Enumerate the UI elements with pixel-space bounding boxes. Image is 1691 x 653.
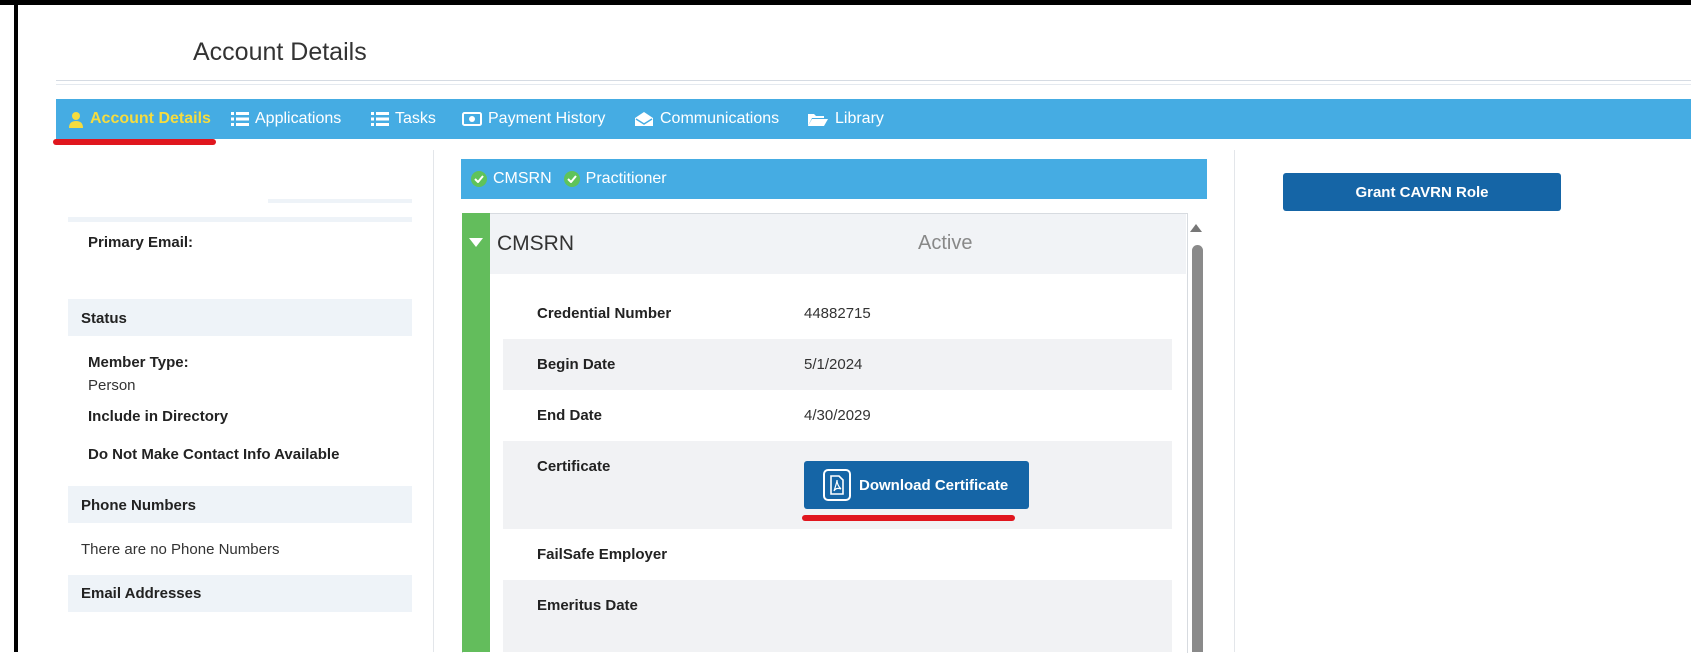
emeritus-date-row: Emeritus Date	[503, 580, 1172, 652]
envelope-open-icon	[634, 111, 654, 127]
tab-account-details[interactable]: Account Details	[68, 99, 211, 139]
end-date-label: End Date	[537, 407, 603, 424]
credentials-tag-bar: CMSRN Practitioner	[461, 159, 1207, 199]
credential-panel-header[interactable]	[490, 214, 1186, 274]
title-divider-secondary	[56, 84, 1691, 85]
credential-number-row: Credential Number 44882715	[503, 289, 1172, 339]
download-certificate-label: Download Certificate	[859, 476, 1009, 494]
begin-date-label: Begin Date	[537, 356, 616, 373]
credential-status-text: Active	[918, 232, 973, 254]
folder-icon	[807, 112, 829, 127]
phone-numbers-heading: Phone Numbers	[81, 497, 197, 514]
profile-area-separator	[68, 217, 412, 222]
pdf-file-icon	[823, 469, 851, 501]
screenshot-frame-left	[14, 0, 18, 652]
grant-cavrn-role-button[interactable]: Grant CAVRN Role	[1283, 173, 1561, 211]
credential-number-label: Credential Number	[537, 305, 672, 322]
main-nav-bar: Account Details Applications Tasks Payme…	[56, 99, 1691, 139]
tab-library-label: Library	[835, 110, 884, 127]
annotation-underline-download	[802, 515, 1015, 521]
include-in-directory-label: Include in Directory	[88, 408, 229, 425]
status-heading: Status	[81, 310, 127, 327]
credential-tag-cmsrn-label: CMSRN	[493, 170, 552, 187]
credential-panel-title: CMSRN	[497, 232, 574, 255]
tab-applications-label: Applications	[255, 110, 342, 127]
failsafe-employer-label: FailSafe Employer	[537, 546, 668, 563]
column-divider-left	[433, 150, 434, 652]
member-type-label: Member Type:	[88, 354, 189, 371]
tab-communications-label: Communications	[660, 110, 780, 127]
money-icon	[462, 112, 482, 126]
begin-date-value: 5/1/2024	[804, 356, 863, 373]
tab-applications[interactable]: Applications	[231, 99, 341, 139]
tab-tasks[interactable]: Tasks	[371, 99, 436, 139]
caret-down-icon[interactable]	[469, 238, 483, 247]
do-not-make-contact-info-available-label: Do Not Make Contact Info Available	[88, 446, 340, 463]
profile-area-bar	[268, 199, 412, 203]
credential-number-value: 44882715	[804, 305, 871, 322]
credential-tag-cmsrn[interactable]: CMSRN	[471, 170, 552, 188]
email-addresses-heading: Email Addresses	[81, 585, 202, 602]
credential-tag-practitioner[interactable]: Practitioner	[563, 170, 667, 188]
page-title: Account Details	[193, 38, 367, 66]
scrollbar-thumb[interactable]	[1192, 245, 1203, 652]
begin-date-row: Begin Date 5/1/2024	[503, 339, 1172, 390]
end-date-value: 4/30/2029	[804, 407, 871, 424]
tab-communications[interactable]: Communications	[634, 99, 779, 139]
download-certificate-button[interactable]: Download Certificate	[804, 461, 1029, 509]
primary-email-label: Primary Email:	[88, 234, 194, 251]
emeritus-date-label: Emeritus Date	[537, 597, 638, 614]
list-icon	[371, 112, 389, 126]
column-divider-right	[1234, 150, 1235, 652]
tab-library[interactable]: Library	[807, 99, 884, 139]
tab-tasks-label: Tasks	[395, 110, 436, 127]
list-icon	[231, 112, 249, 126]
tab-payment-history[interactable]: Payment History	[462, 99, 605, 139]
certificate-label: Certificate	[537, 458, 611, 475]
title-divider	[56, 80, 1691, 81]
check-circle-icon	[563, 171, 580, 187]
credential-status-strip	[462, 213, 490, 652]
screenshot-frame-top	[0, 0, 1691, 5]
tab-payment-history-label: Payment History	[488, 110, 606, 127]
failsafe-employer-row: FailSafe Employer	[503, 529, 1172, 580]
credential-tag-practitioner-label: Practitioner	[585, 170, 667, 187]
phone-numbers-empty-text: There are no Phone Numbers	[81, 541, 280, 558]
check-circle-icon	[471, 171, 487, 187]
tab-account-details-label: Account Details	[90, 110, 211, 127]
annotation-underline-account-details	[53, 139, 216, 145]
end-date-row: End Date 4/30/2029	[503, 390, 1172, 441]
user-icon	[68, 111, 84, 128]
member-type-value: Person	[88, 377, 136, 394]
scroll-up-arrow-icon[interactable]	[1190, 224, 1202, 232]
